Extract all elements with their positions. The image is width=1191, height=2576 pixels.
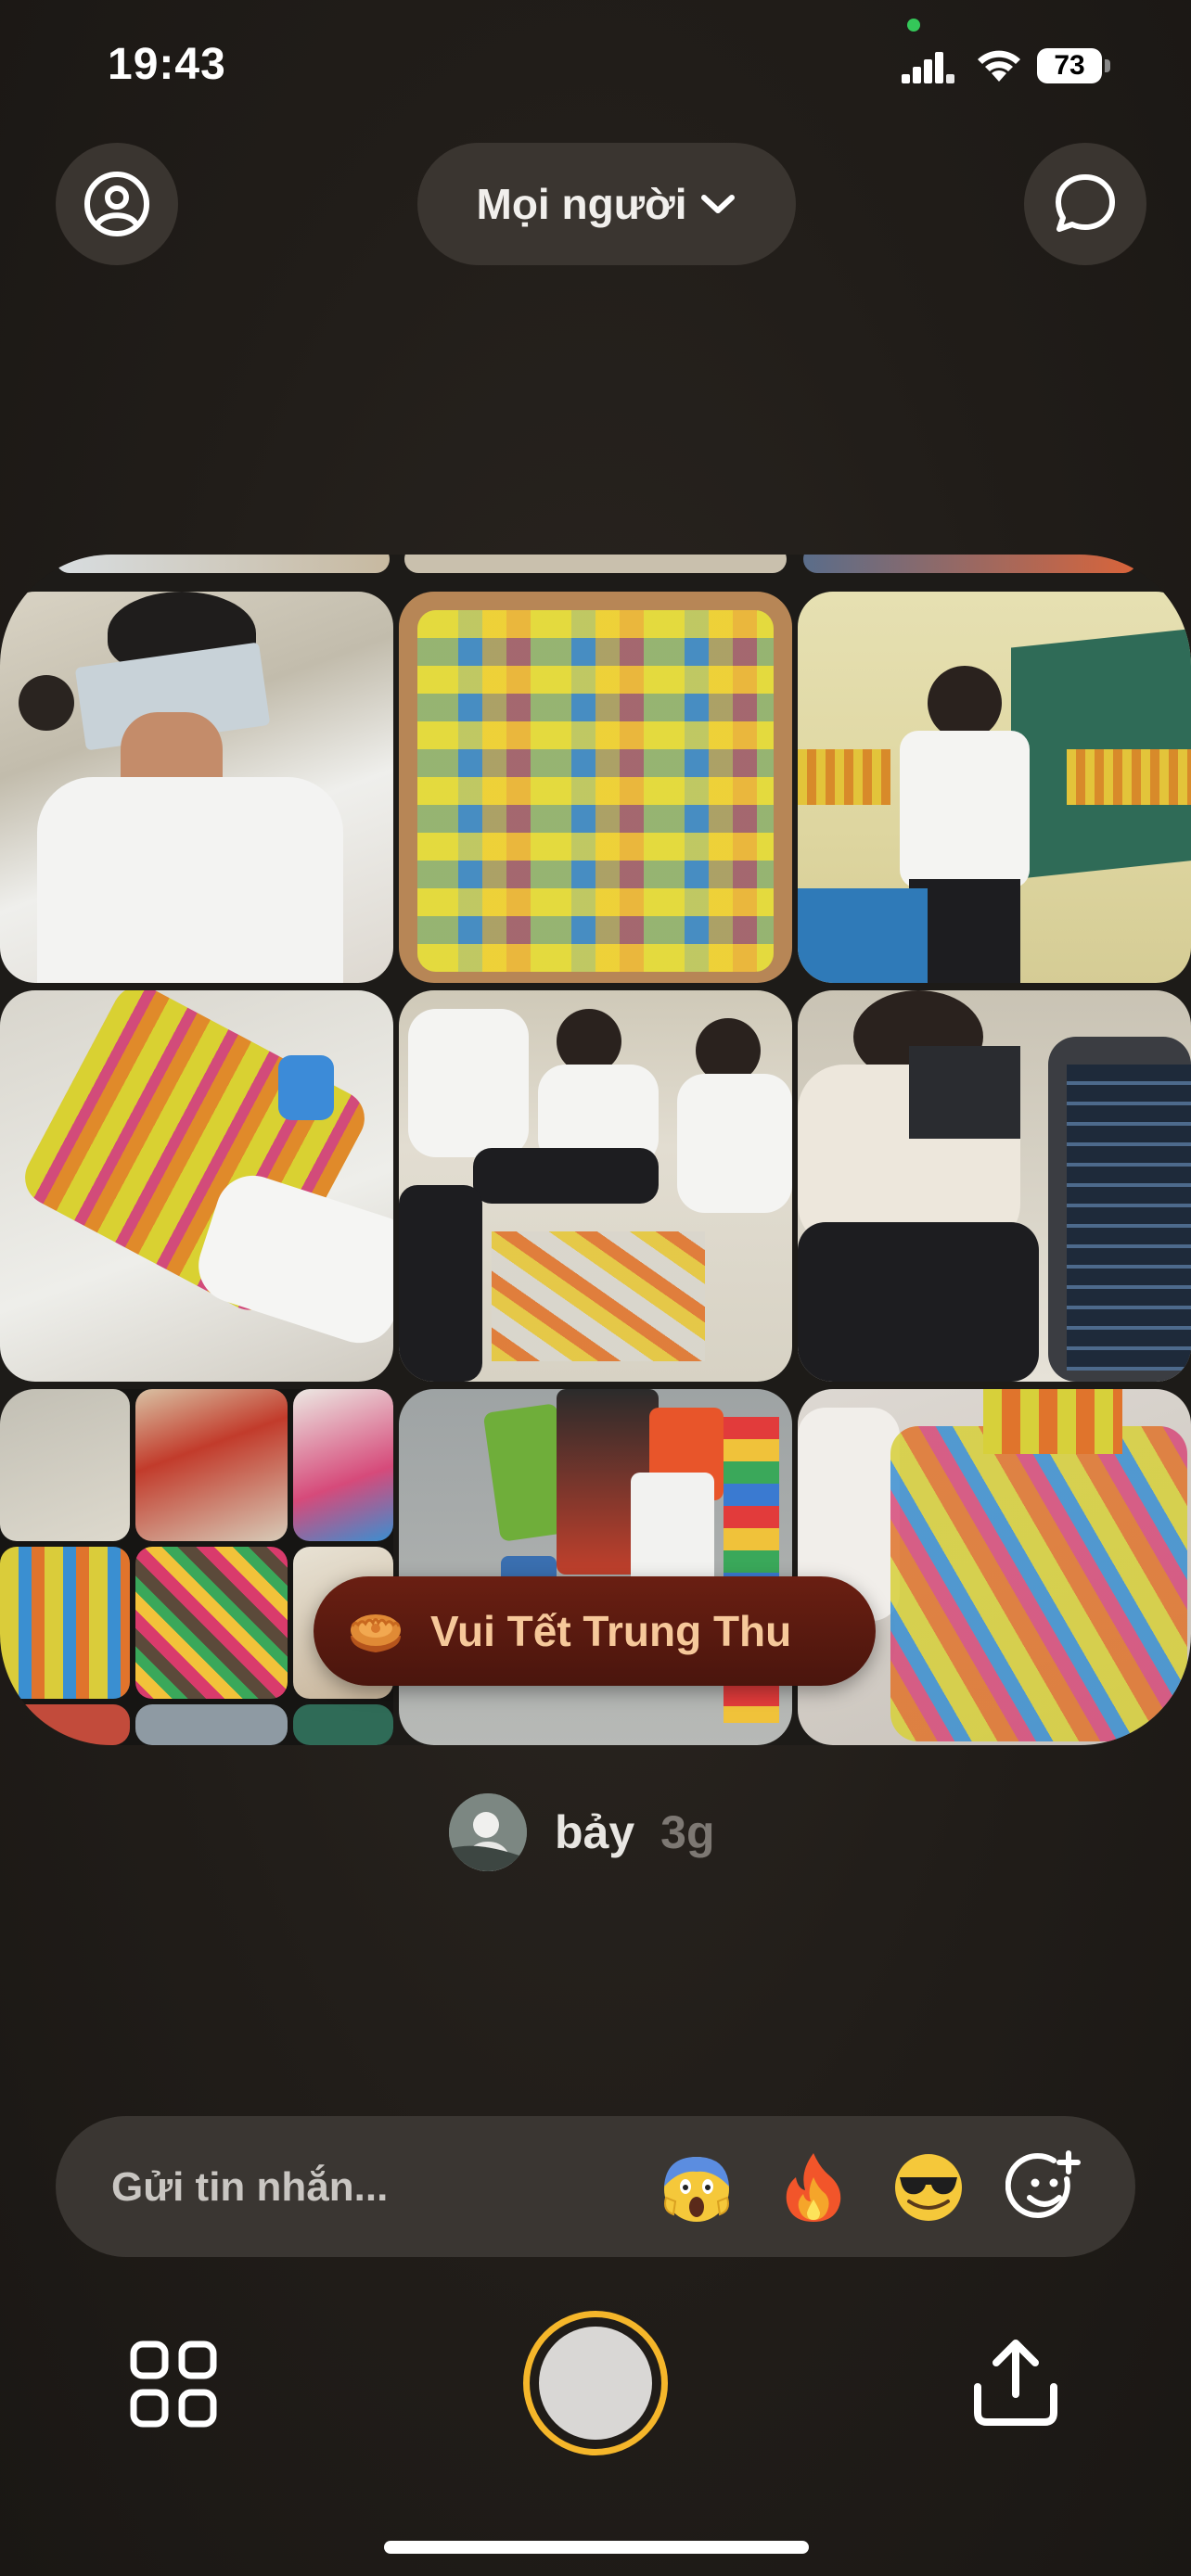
- home-indicator[interactable]: [384, 2541, 809, 2554]
- photo-collage-card[interactable]: [0, 555, 1191, 1745]
- battery-tip: [1105, 59, 1110, 72]
- status-time: 19:43: [108, 40, 226, 89]
- mini-photo-2: [135, 1389, 288, 1541]
- smiley-plus-icon[interactable]: [1005, 2148, 1085, 2227]
- battery-indicator: 73: [1037, 48, 1111, 83]
- cellular-signal-icon: [902, 52, 954, 83]
- battery-level: 73: [1037, 48, 1102, 83]
- caption-badge: Vui Tết Trung Thu: [314, 1576, 876, 1686]
- collage-photo-student-classroom: [798, 592, 1191, 983]
- chat-bubble-icon: [1056, 174, 1115, 232]
- mini-photo-3: [293, 1389, 393, 1541]
- collage-photo-peek-1: [56, 555, 390, 573]
- post-age: 3g: [660, 1806, 715, 1858]
- mini-photo-9: [293, 1704, 393, 1745]
- mini-photo-1: [0, 1389, 130, 1541]
- audience-label: Mọi người: [476, 180, 687, 228]
- scream-emoji-icon[interactable]: [659, 2149, 735, 2225]
- post-author[interactable]: bảy 3g: [449, 1793, 715, 1871]
- collage-photo-peek-3: [803, 555, 1137, 573]
- avatar[interactable]: [449, 1793, 527, 1871]
- sunglasses-emoji-icon[interactable]: [890, 2149, 967, 2225]
- author-name[interactable]: bảy: [555, 1805, 634, 1859]
- share-upload-icon[interactable]: [970, 2337, 1061, 2429]
- mooncake-icon: [351, 1614, 401, 1652]
- chevron-down-icon: [701, 195, 736, 213]
- message-composer: [56, 2116, 1135, 2259]
- wifi-icon: [978, 50, 1020, 82]
- mini-photo-8: [135, 1704, 288, 1745]
- collage-photo-gift-bags: [399, 592, 792, 983]
- caption-text: Vui Tết Trung Thu: [430, 1607, 792, 1655]
- collage-photo-candy-arm: [0, 990, 393, 1382]
- chat-button[interactable]: [1024, 143, 1146, 265]
- collage-photo-peek-2: [404, 555, 787, 573]
- shutter-inner: [539, 2327, 652, 2440]
- collage-photo-snacks: [399, 1389, 792, 1745]
- fire-emoji-icon[interactable]: [775, 2149, 852, 2225]
- collage-photo-students-floor: [399, 990, 792, 1382]
- collage-photo-student-laptop: [798, 990, 1191, 1382]
- mini-photo-7: [0, 1704, 130, 1745]
- collage-photo-mini-grid: [0, 1389, 393, 1745]
- grid-icon[interactable]: [130, 2340, 217, 2428]
- shutter-button[interactable]: [523, 2311, 668, 2455]
- audience-selector[interactable]: Mọi người: [417, 143, 796, 265]
- collage-photo-student-money: [0, 592, 393, 983]
- mini-photo-4: [0, 1547, 130, 1699]
- collage-photo-candy-baskets: [798, 1389, 1191, 1745]
- camera-indicator-dot: [907, 19, 920, 32]
- person-circle-icon: [84, 172, 149, 236]
- mini-photo-5: [135, 1547, 288, 1699]
- message-input[interactable]: [109, 2116, 670, 2259]
- profile-button[interactable]: [56, 143, 178, 265]
